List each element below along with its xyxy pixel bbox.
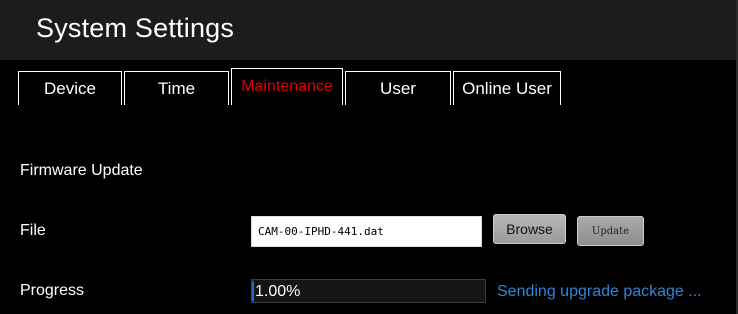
tab-device[interactable]: Device — [18, 71, 122, 105]
progress-label: Progress — [20, 282, 85, 299]
browse-button[interactable]: Browse — [493, 214, 566, 244]
tab-bar: Device Time Maintenance User Online User — [18, 68, 563, 105]
tab-time[interactable]: Time — [124, 71, 229, 105]
settings-panel: System Settings Device Time Maintenance … — [0, 0, 738, 314]
tab-online-user[interactable]: Online User — [453, 71, 561, 105]
tab-maintenance[interactable]: Maintenance — [231, 68, 343, 105]
progress-bar: 1.00% — [251, 279, 486, 303]
upgrade-status-text: Sending upgrade package ... — [497, 283, 702, 300]
file-label: File — [20, 222, 46, 239]
file-path-field[interactable] — [251, 216, 482, 247]
update-button[interactable]: Update — [577, 216, 644, 246]
progress-value: 1.00% — [252, 282, 300, 301]
firmware-update-heading: Firmware Update — [20, 162, 143, 179]
tab-user[interactable]: User — [345, 71, 451, 105]
title-bar: System Settings — [0, 0, 736, 60]
page-title: System Settings — [36, 13, 235, 43]
